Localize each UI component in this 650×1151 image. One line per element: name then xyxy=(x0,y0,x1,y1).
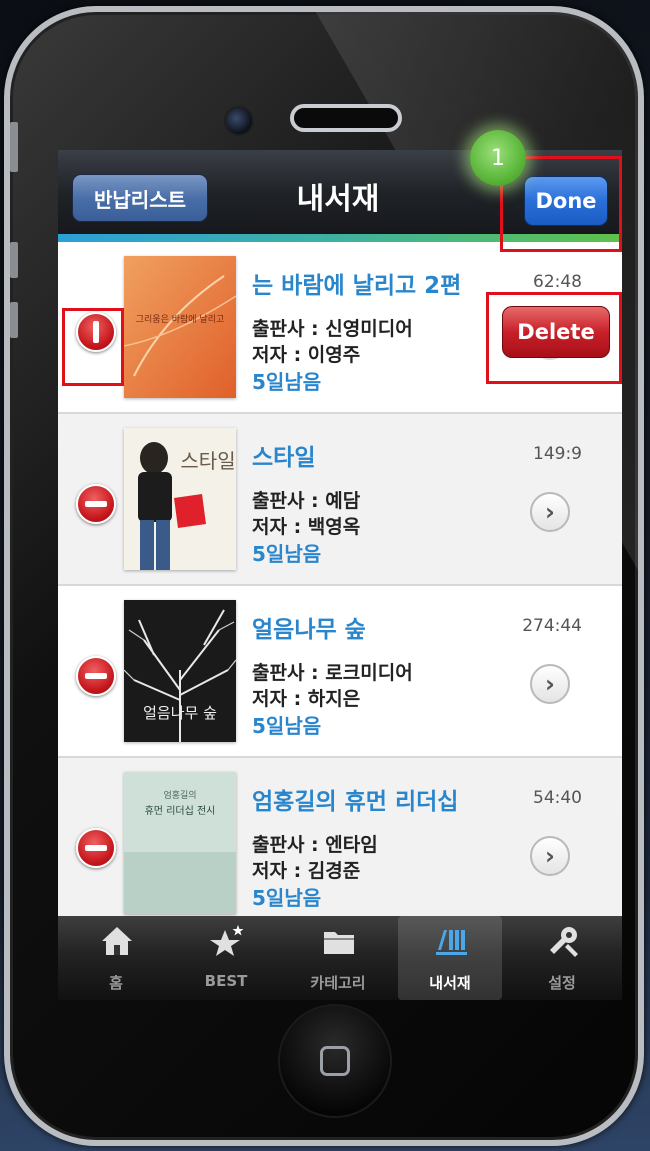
days-remaining: 5일남음 xyxy=(252,886,322,910)
days-remaining: 5일남음 xyxy=(252,370,322,394)
home-icon xyxy=(102,927,132,955)
detail-chevron-icon[interactable]: › xyxy=(530,492,570,532)
book-cover: 그리움은 바람에 날리고 xyxy=(124,256,236,398)
cover-title-text: 그리움은 바람에 날리고 xyxy=(136,313,225,325)
book-publisher: 출판사 : 신영미디어 xyxy=(252,318,413,340)
volume-down-button xyxy=(10,302,18,338)
tab-bar: 홈 BEST 카테고리 내서재 설정 xyxy=(58,916,622,1000)
list-item[interactable]: 엄홍길의 휴먼 리더십 전시 엄홍길의 휴먼 리더십 출판사 : 엔타임 저자 … xyxy=(58,758,622,916)
book-publisher: 출판사 : 엔타임 xyxy=(252,834,378,856)
step-callout-badge: 1 xyxy=(470,130,526,186)
tab-best[interactable]: BEST xyxy=(174,916,278,1000)
tab-my-library[interactable]: 내서재 xyxy=(398,916,502,1000)
cover-title-text: 얼음나무 숲 xyxy=(143,704,217,722)
book-title[interactable]: 는 바람에 날리고 2편 xyxy=(252,266,461,300)
home-button[interactable] xyxy=(280,1006,390,1116)
detail-chevron-icon[interactable]: › xyxy=(530,836,570,876)
front-camera xyxy=(224,106,254,136)
cover-title-text: 스타일 xyxy=(180,449,235,473)
cover-title-text: 엄홍길의 xyxy=(163,789,196,801)
book-publisher: 출판사 : 예담 xyxy=(252,490,361,512)
book-title[interactable]: 얼음나무 숲 xyxy=(252,610,366,644)
book-cover: 엄홍길의 휴먼 리더십 전시 xyxy=(124,772,236,914)
list-item[interactable]: 얼음나무 숲 얼음나무 숲 출판사 : 로크미디어 저자 : 하지은 5일남음 … xyxy=(58,586,622,758)
days-remaining: 5일남음 xyxy=(252,714,322,738)
book-author: 저자 : 하지은 xyxy=(252,688,361,710)
reading-time: 62:48 xyxy=(533,272,582,292)
earpiece-speaker xyxy=(290,104,402,132)
tab-label: 내서재 xyxy=(429,974,471,992)
detail-chevron-icon[interactable]: › xyxy=(530,664,570,704)
days-remaining: 5일남음 xyxy=(252,542,322,566)
bookshelf-icon xyxy=(436,930,467,955)
cover-title-text: 휴먼 리더십 전시 xyxy=(145,805,216,817)
reading-time: 274:44 xyxy=(522,616,582,636)
app-screen: 반납리스트 내서재 Done 그리움은 바람에 날리고 는 바람에 날리고 2편… xyxy=(58,150,622,1000)
tab-category[interactable]: 카테고리 xyxy=(286,916,390,1000)
volume-up-button xyxy=(10,242,18,278)
book-author: 저자 : 이영주 xyxy=(252,344,361,366)
delete-toggle-icon[interactable] xyxy=(76,828,116,868)
tab-label: 홈 xyxy=(109,974,123,992)
home-square-icon xyxy=(320,1046,350,1076)
reading-time: 54:40 xyxy=(533,788,582,808)
book-author: 저자 : 김경준 xyxy=(252,860,361,882)
settings-icon xyxy=(550,927,578,957)
reading-time: 149:9 xyxy=(533,444,582,464)
folder-icon xyxy=(324,932,354,954)
delete-toggle-highlight xyxy=(62,308,124,386)
book-publisher: 출판사 : 로크미디어 xyxy=(252,662,413,684)
list-item[interactable]: 스타일 스타일 출판사 : 예담 저자 : 백영옥 5일남음 149:9 › xyxy=(58,414,622,586)
star-icon xyxy=(210,925,244,956)
book-title[interactable]: 엄홍길의 휴먼 리더십 xyxy=(252,782,458,816)
delete-button-highlight xyxy=(486,292,622,384)
book-author: 저자 : 백영옥 xyxy=(252,516,361,538)
tab-home[interactable]: 홈 xyxy=(64,916,168,1000)
page-title: 내서재 xyxy=(296,182,380,217)
book-title[interactable]: 스타일 xyxy=(252,438,315,472)
book-cover: 얼음나무 숲 xyxy=(124,600,236,742)
tab-label: BEST xyxy=(204,972,248,990)
book-cover: 스타일 xyxy=(124,428,236,570)
delete-toggle-icon[interactable] xyxy=(76,484,116,524)
tab-settings[interactable]: 설정 xyxy=(510,916,614,1000)
return-list-button[interactable]: 반납리스트 xyxy=(72,174,208,222)
tab-label: 설정 xyxy=(548,974,576,992)
tab-label: 카테고리 xyxy=(310,974,366,992)
mute-switch xyxy=(10,122,18,172)
delete-toggle-icon[interactable] xyxy=(76,656,116,696)
